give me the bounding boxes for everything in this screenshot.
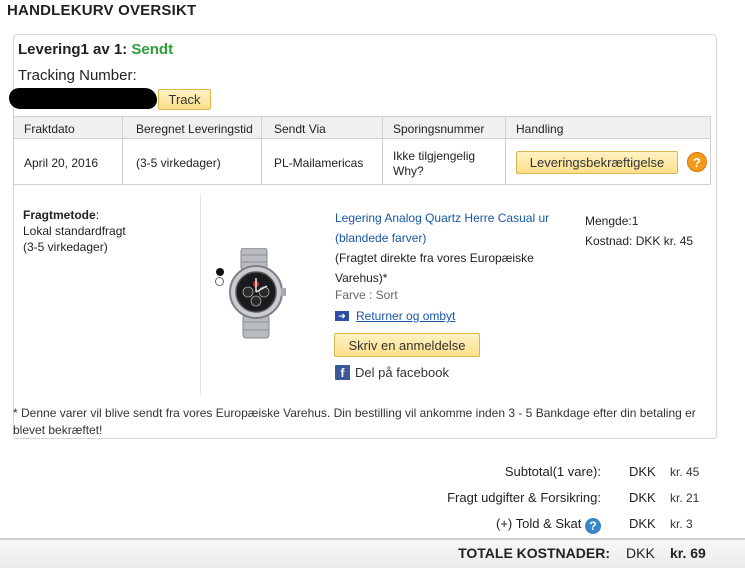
freight-cost-currency: DKK (629, 490, 656, 505)
freight-method: Fragtmetode: Lokal standardfragt (3-5 vi… (23, 207, 126, 255)
radio-selected-icon[interactable] (216, 268, 224, 276)
footnote: * Denne varer vil blive sendt fra vores … (13, 406, 696, 437)
column-divider (122, 117, 123, 184)
watch-image[interactable] (225, 248, 287, 340)
tax-row-label: (+) Told & Skat ? (496, 516, 601, 534)
shipping-table: Fraktdato Beregnet Leveringstid Sendt Vi… (13, 116, 711, 185)
freight-method-label: Fragtmetode (23, 208, 96, 222)
quantity: Mengde:1 (585, 214, 639, 228)
delivery-heading: Levering1 av 1: Sendt (18, 41, 173, 58)
tax-help-icon[interactable]: ? (585, 518, 601, 534)
subtotal-label: Subtotal(1 vare): (504, 464, 601, 479)
returns-link-label: Returner og ombyt (356, 309, 456, 323)
quantity-cost: Mengde:1 Kostnad: DKK kr. 45 (585, 211, 693, 251)
redacted-tracking-number (9, 88, 157, 109)
freight-colon: : (95, 208, 100, 222)
freight-estimate: (3-5 virkedager) (23, 240, 108, 254)
radio-unselected-icon[interactable] (215, 277, 224, 286)
tax-amount: kr. 3 (670, 517, 693, 531)
return-arrow-icon: ➜ (335, 311, 349, 321)
divider (200, 194, 201, 395)
track-button[interactable]: Track (158, 89, 211, 110)
product-shipping-note: (Fragtet direkte fra vores Europæiske Va… (335, 251, 534, 285)
why-link[interactable]: Why? (393, 164, 424, 178)
grand-total-label: TOTALE KOSTNADER: (458, 545, 610, 561)
freight-cost-amount: kr. 21 (670, 491, 700, 505)
facebook-icon: f (335, 365, 350, 380)
item-cost: Kostnad: DKK kr. 45 (585, 234, 694, 248)
grand-total-amount: kr. 69 (670, 545, 706, 561)
delivery-status: Sendt (131, 41, 174, 58)
facebook-share-label: Del på facebook (355, 365, 449, 380)
header-sporingsnummer: Sporingsnummer (393, 122, 485, 136)
header-fraktdato: Fraktdato (24, 122, 75, 136)
help-icon[interactable]: ? (687, 152, 707, 172)
cell-date: April 20, 2016 (24, 156, 99, 170)
write-review-button[interactable]: Skriv en anmeldelse (334, 333, 480, 357)
column-divider (505, 117, 506, 184)
returns-link[interactable]: ➜ Returner og ombyt (335, 309, 455, 323)
cell-tracking-status: Ikke tilgjengelig (393, 149, 476, 163)
tracking-number-label: Tracking Number: (18, 67, 137, 84)
tax-label: (+) Told & Skat (495, 516, 582, 531)
grand-total-currency: DKK (626, 545, 655, 561)
header-leveringstid: Beregnet Leveringstid (136, 122, 253, 136)
column-divider (261, 117, 262, 184)
product-title-link[interactable]: Legering Analog Quartz Herre Casual ur (… (335, 208, 565, 248)
cell-estimate: (3-5 virkedager) (136, 156, 221, 170)
delivery-confirmation-button[interactable]: Leveringsbekræftigelse (516, 151, 678, 174)
page-title: HANDLEKURV OVERSIKT (7, 2, 197, 19)
header-sendt-via: Sendt Via (274, 122, 326, 136)
shipping-table-header (14, 117, 710, 139)
delivery-heading-label: Levering1 av 1: (18, 41, 128, 58)
cell-carrier: PL-Mailamericas (274, 156, 364, 170)
freight-method-value: Lokal standardfragt (23, 224, 126, 238)
product-color: Farve : Sort (335, 288, 398, 302)
tax-currency: DKK (629, 516, 656, 531)
column-divider (382, 117, 383, 184)
facebook-share[interactable]: f Del på facebook (335, 365, 449, 380)
freight-cost-label: Fragt udgifter & Forsikring: (447, 490, 601, 505)
header-handling: Handling (516, 122, 564, 136)
subtotal-amount: kr. 45 (670, 465, 700, 479)
subtotal-currency: DKK (629, 464, 656, 479)
